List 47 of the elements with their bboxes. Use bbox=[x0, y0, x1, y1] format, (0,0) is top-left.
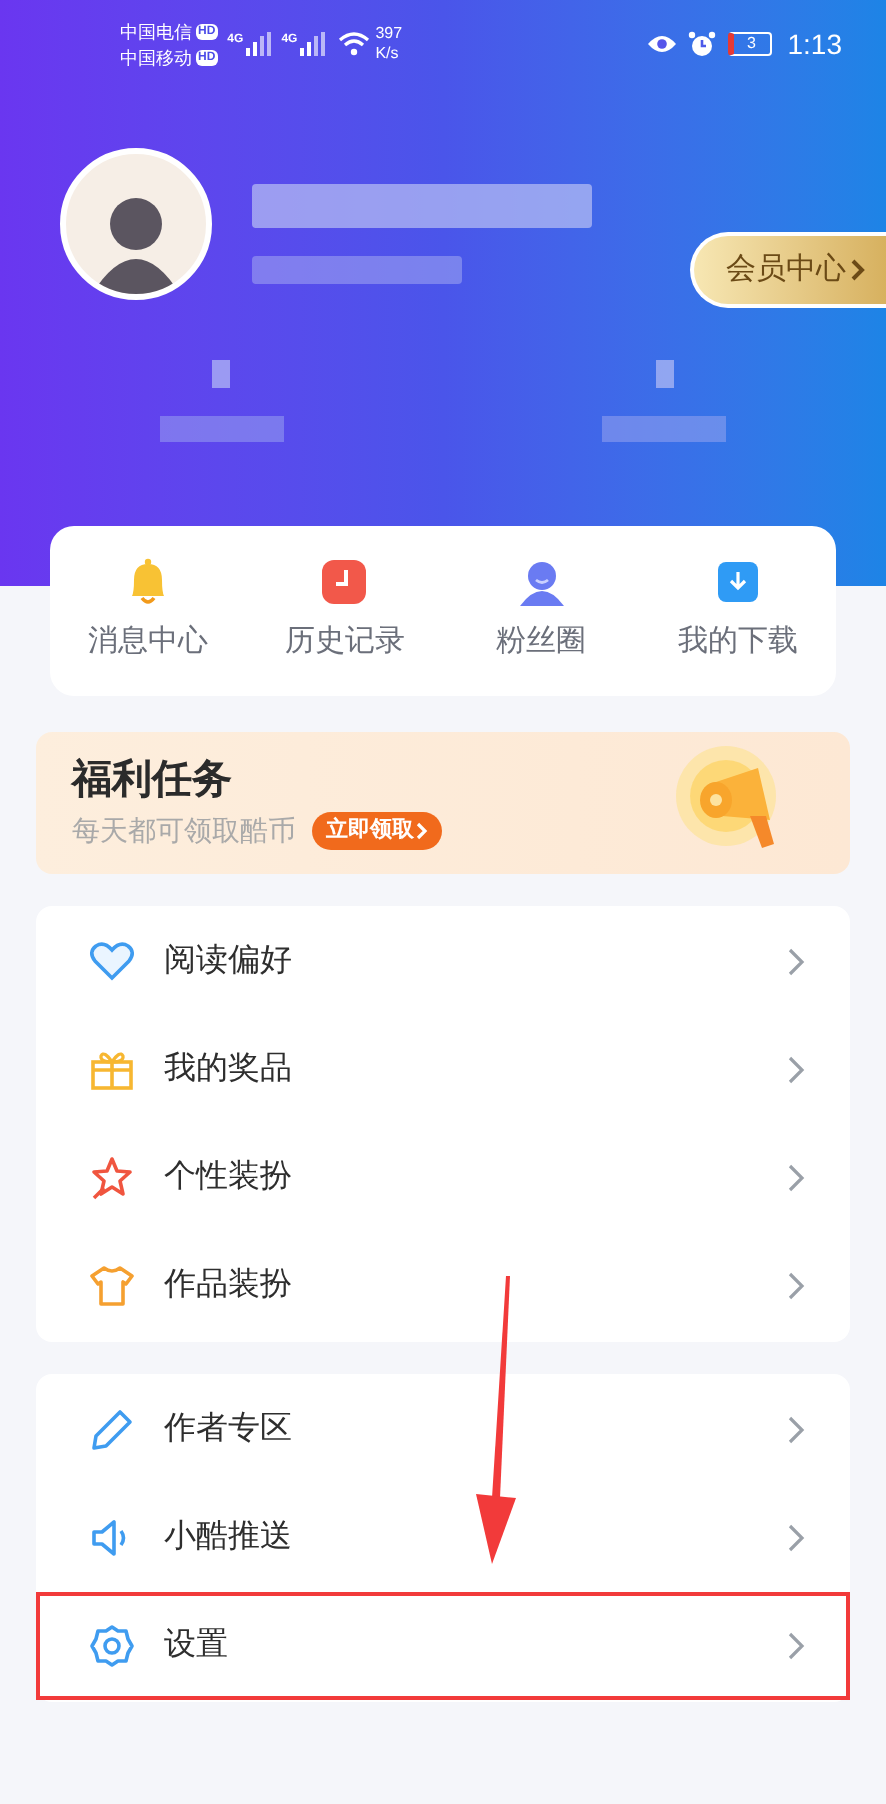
menu-item[interactable]: 我的奖品 bbox=[36, 1016, 850, 1124]
heart-icon bbox=[88, 938, 136, 986]
star-icon bbox=[88, 1154, 136, 1202]
eye-icon bbox=[645, 32, 678, 56]
menu-item[interactable]: 设置 bbox=[36, 1592, 850, 1700]
t-shirt-icon bbox=[88, 1262, 136, 1310]
chevron-right-icon bbox=[786, 1270, 806, 1302]
quick-action-item[interactable]: 我的下载 bbox=[639, 556, 836, 666]
welfare-banner[interactable]: 福利任务 每天都可领取酷币 立即领取 bbox=[36, 732, 850, 874]
gift-icon bbox=[88, 1046, 136, 1094]
blurred-label bbox=[602, 416, 727, 442]
carrier-name: 中国电信 bbox=[120, 19, 192, 43]
speed-unit: K/s bbox=[375, 44, 401, 64]
menu-item[interactable]: 阅读偏好 bbox=[36, 908, 850, 1016]
chevron-right-icon bbox=[850, 258, 866, 282]
chevron-right-icon bbox=[786, 1522, 806, 1554]
chevron-right-icon bbox=[786, 1054, 806, 1086]
signal-icon bbox=[243, 32, 272, 56]
carrier-name: 中国移动 bbox=[120, 45, 192, 69]
banner-subtitle: 每天都可领取酷币 bbox=[72, 812, 296, 850]
menu-item[interactable]: 作者专区 bbox=[36, 1376, 850, 1484]
battery-icon: 3 bbox=[727, 32, 772, 56]
person-icon bbox=[515, 556, 568, 609]
menu-item[interactable]: 作品装扮 bbox=[36, 1232, 850, 1340]
chevron-right-icon bbox=[786, 1630, 806, 1662]
blurred-count bbox=[655, 360, 674, 388]
chevron-right-icon bbox=[786, 1162, 806, 1194]
chevron-right-icon bbox=[786, 946, 806, 978]
menu-item[interactable]: 个性装扮 bbox=[36, 1124, 850, 1232]
banner-title: 福利任务 bbox=[72, 756, 234, 806]
settings-icon bbox=[88, 1622, 136, 1670]
quick-action-item[interactable]: 消息中心 bbox=[50, 556, 247, 666]
wifi-icon bbox=[337, 32, 370, 56]
clock-time: 1:13 bbox=[787, 25, 842, 63]
network-speed: 397 bbox=[375, 24, 403, 44]
quick-action-item[interactable]: 粉丝圈 bbox=[443, 556, 640, 666]
chevron-right-icon bbox=[416, 822, 428, 840]
blurred-count bbox=[212, 360, 231, 388]
clock-icon bbox=[318, 556, 371, 609]
quick-action-item[interactable]: 历史记录 bbox=[246, 556, 443, 666]
member-center-button[interactable]: 会员中心 bbox=[690, 232, 886, 308]
alarm-clock-icon bbox=[687, 30, 716, 58]
signal-icon bbox=[297, 32, 326, 56]
blurred-label bbox=[159, 416, 284, 442]
pencil-icon bbox=[88, 1406, 136, 1454]
chevron-right-icon bbox=[786, 1414, 806, 1446]
menu-item[interactable]: 小酷推送 bbox=[36, 1484, 850, 1592]
